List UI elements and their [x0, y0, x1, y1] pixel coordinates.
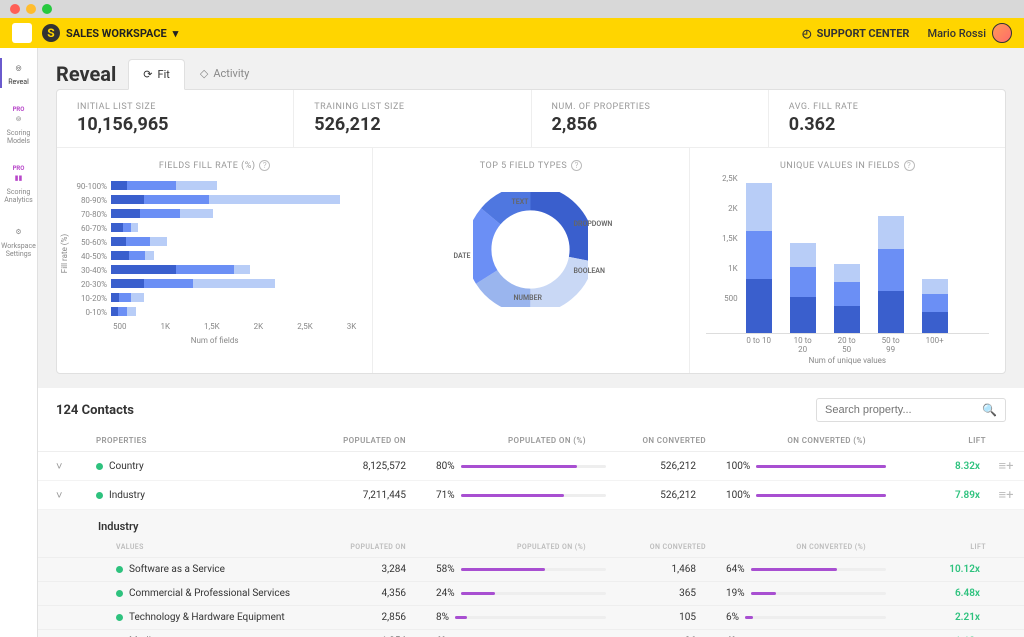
table-row[interactable]: ˅ Industry 7,211,445 71% 526,212 100% 7.…	[38, 481, 1024, 510]
help-icon: ◴	[802, 27, 812, 40]
page-title: Reveal	[56, 62, 116, 86]
contacts-title: 124 Contacts	[56, 403, 134, 418]
search-property[interactable]: 🔍	[816, 398, 1006, 422]
stat-initial-list: INITIAL LIST SIZE 10,156,965	[57, 90, 294, 147]
expand-icon[interactable]: ˅	[56, 460, 96, 473]
topbar: S SALES WORKSPACE ▾ ◴ SUPPORT CENTER Mar…	[0, 18, 1024, 48]
tab-activity[interactable]: ◇ Activity	[185, 58, 264, 89]
list-item[interactable]: Media 1,254 6% 96 4% 1.18x	[38, 629, 1024, 637]
user-menu[interactable]: Mario Rossi	[927, 23, 1012, 43]
donut-slice-label: TEXT	[511, 198, 528, 206]
workspace-selector[interactable]: S SALES WORKSPACE ▾	[42, 24, 178, 42]
stats-row: INITIAL LIST SIZE 10,156,965 TRAINING LI…	[57, 90, 1005, 148]
stat-training-list: TRAINING LIST SIZE 526,212	[294, 90, 531, 147]
target-icon: ⊚	[11, 111, 27, 127]
list-item[interactable]: Commercial & Professional Services 4,356…	[38, 581, 1024, 605]
sidebar-item-workspace-settings[interactable]: ⚙ Workspace Settings	[0, 220, 37, 262]
table-header: PROPERTIES POPULATED ON POPULATED ON (%)…	[38, 430, 1024, 452]
activity-icon: ◇	[200, 67, 208, 80]
user-name: Mario Rossi	[927, 27, 986, 40]
sidebar-item-scoring-analytics[interactable]: PRO ▮▮ Scoring Analytics	[0, 161, 37, 208]
add-icon[interactable]: ≡+	[986, 458, 1024, 474]
browser-chrome	[0, 0, 1024, 18]
chart-top-field-types: TOP 5 FIELD TYPES? TEXTDROPDOWNBOOLEANNU…	[373, 148, 689, 373]
list-item[interactable]: Technology & Hardware Equipment 2,856 8%…	[38, 605, 1024, 629]
status-dot	[96, 492, 103, 499]
sidebar-item-scoring-models[interactable]: PRO ⊚ Scoring Models	[0, 102, 37, 149]
fit-icon: ⟳	[143, 68, 152, 81]
donut-chart: TEXTDROPDOWNBOOLEANNUMBERDATE	[473, 192, 588, 307]
expand-icon[interactable]: ˅	[56, 489, 96, 502]
donut-slice-label: DROPDOWN	[573, 220, 612, 228]
sidebar-item-reveal[interactable]: ◎ Reveal	[0, 56, 37, 90]
stat-num-properties: NUM. OF PROPERTIES 2,856	[532, 90, 769, 147]
help-icon[interactable]: ?	[571, 160, 582, 171]
search-icon: 🔍	[982, 403, 997, 417]
avatar	[992, 23, 1012, 43]
bar-chart-icon: ▮▮	[11, 170, 27, 186]
support-center-link[interactable]: ◴ SUPPORT CENTER	[802, 27, 909, 40]
search-input[interactable]	[825, 404, 982, 416]
chart-unique-values: UNIQUE VALUES IN FIELDS? 5001K1,5K2K2,5K…	[690, 148, 1005, 373]
list-item[interactable]: Software as a Service 3,284 58% 1,468 64…	[38, 557, 1024, 581]
window-min-dot[interactable]	[26, 4, 36, 14]
status-dot	[116, 566, 123, 573]
settings-icon: ⚙	[11, 224, 27, 240]
content-area: Reveal ⟳ Fit ◇ Activity INITIAL LIST SIZ…	[38, 48, 1024, 637]
window-close-dot[interactable]	[10, 4, 20, 14]
workspace-label: SALES WORKSPACE	[66, 27, 167, 40]
workspace-avatar: S	[42, 24, 60, 42]
tabs: ⟳ Fit ◇ Activity	[128, 58, 264, 89]
status-dot	[116, 614, 123, 621]
table-row[interactable]: ˅ Country 8,125,572 80% 526,212 100% 8.3…	[38, 452, 1024, 481]
donut-slice-label: NUMBER	[513, 294, 542, 302]
stat-avg-fill-rate: AVG. FILL RATE 0.362	[769, 90, 1005, 147]
chevron-down-icon: ▾	[173, 27, 179, 40]
status-dot	[96, 463, 103, 470]
status-dot	[116, 590, 123, 597]
column-chart: 5001K1,5K2K2,5K	[706, 179, 989, 334]
window-max-dot[interactable]	[42, 4, 52, 14]
tab-fit[interactable]: ⟳ Fit	[128, 59, 185, 90]
donut-slice-label: BOOLEAN	[573, 267, 604, 275]
help-icon[interactable]: ?	[904, 160, 915, 171]
sidebar: ◎ Reveal PRO ⊚ Scoring Models PRO ▮▮ Sco…	[0, 48, 38, 637]
contacts-section: 124 Contacts 🔍 PROPERTIES POPULATED ON P…	[38, 388, 1024, 637]
donut-slice-label: DATE	[453, 252, 470, 260]
help-icon[interactable]: ?	[259, 160, 270, 171]
sub-section-industry: Industry VALUES POPULATED ON POPULATED O…	[38, 510, 1024, 637]
reveal-icon: ◎	[11, 60, 27, 76]
add-icon[interactable]: ≡+	[986, 487, 1024, 503]
chart-fields-fill-rate: FIELDS FILL RATE (%)? Fill rate (%) 90-1…	[57, 148, 373, 373]
app-logo	[12, 23, 32, 43]
